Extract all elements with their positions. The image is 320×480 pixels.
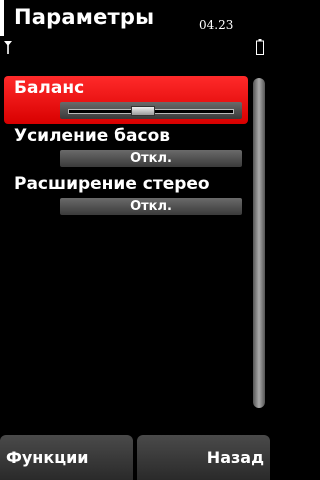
settings-list: Баланс Усиление басов Откл. Расширение с… — [0, 76, 250, 220]
options-softkey[interactable]: Функции — [0, 435, 133, 480]
page-title: Параметры — [14, 5, 155, 29]
stereo-widening-value[interactable]: Откл. — [60, 198, 242, 215]
battery-icon — [256, 39, 264, 55]
bass-boost-value[interactable]: Откл. — [60, 150, 242, 167]
setting-bass-boost[interactable]: Усиление басов Откл. — [0, 124, 250, 172]
slider-thumb[interactable] — [130, 106, 155, 116]
balance-slider[interactable] — [60, 102, 242, 119]
antenna-icon — [4, 41, 12, 54]
setting-label: Расширение стерео — [14, 174, 210, 194]
clock: 04.23 — [199, 18, 234, 32]
status-bar: Параметры 04.23 — [0, 0, 270, 72]
scrollbar[interactable] — [253, 78, 265, 408]
back-softkey[interactable]: Назад — [137, 435, 270, 480]
setting-stereo-widening[interactable]: Расширение стерео Откл. — [0, 172, 250, 220]
setting-balance[interactable]: Баланс — [4, 76, 248, 124]
signal-strength-indicator — [0, 0, 4, 36]
softkey-bar: Функции Назад — [0, 435, 270, 480]
setting-label: Баланс — [14, 78, 85, 98]
setting-label: Усиление басов — [14, 126, 171, 146]
